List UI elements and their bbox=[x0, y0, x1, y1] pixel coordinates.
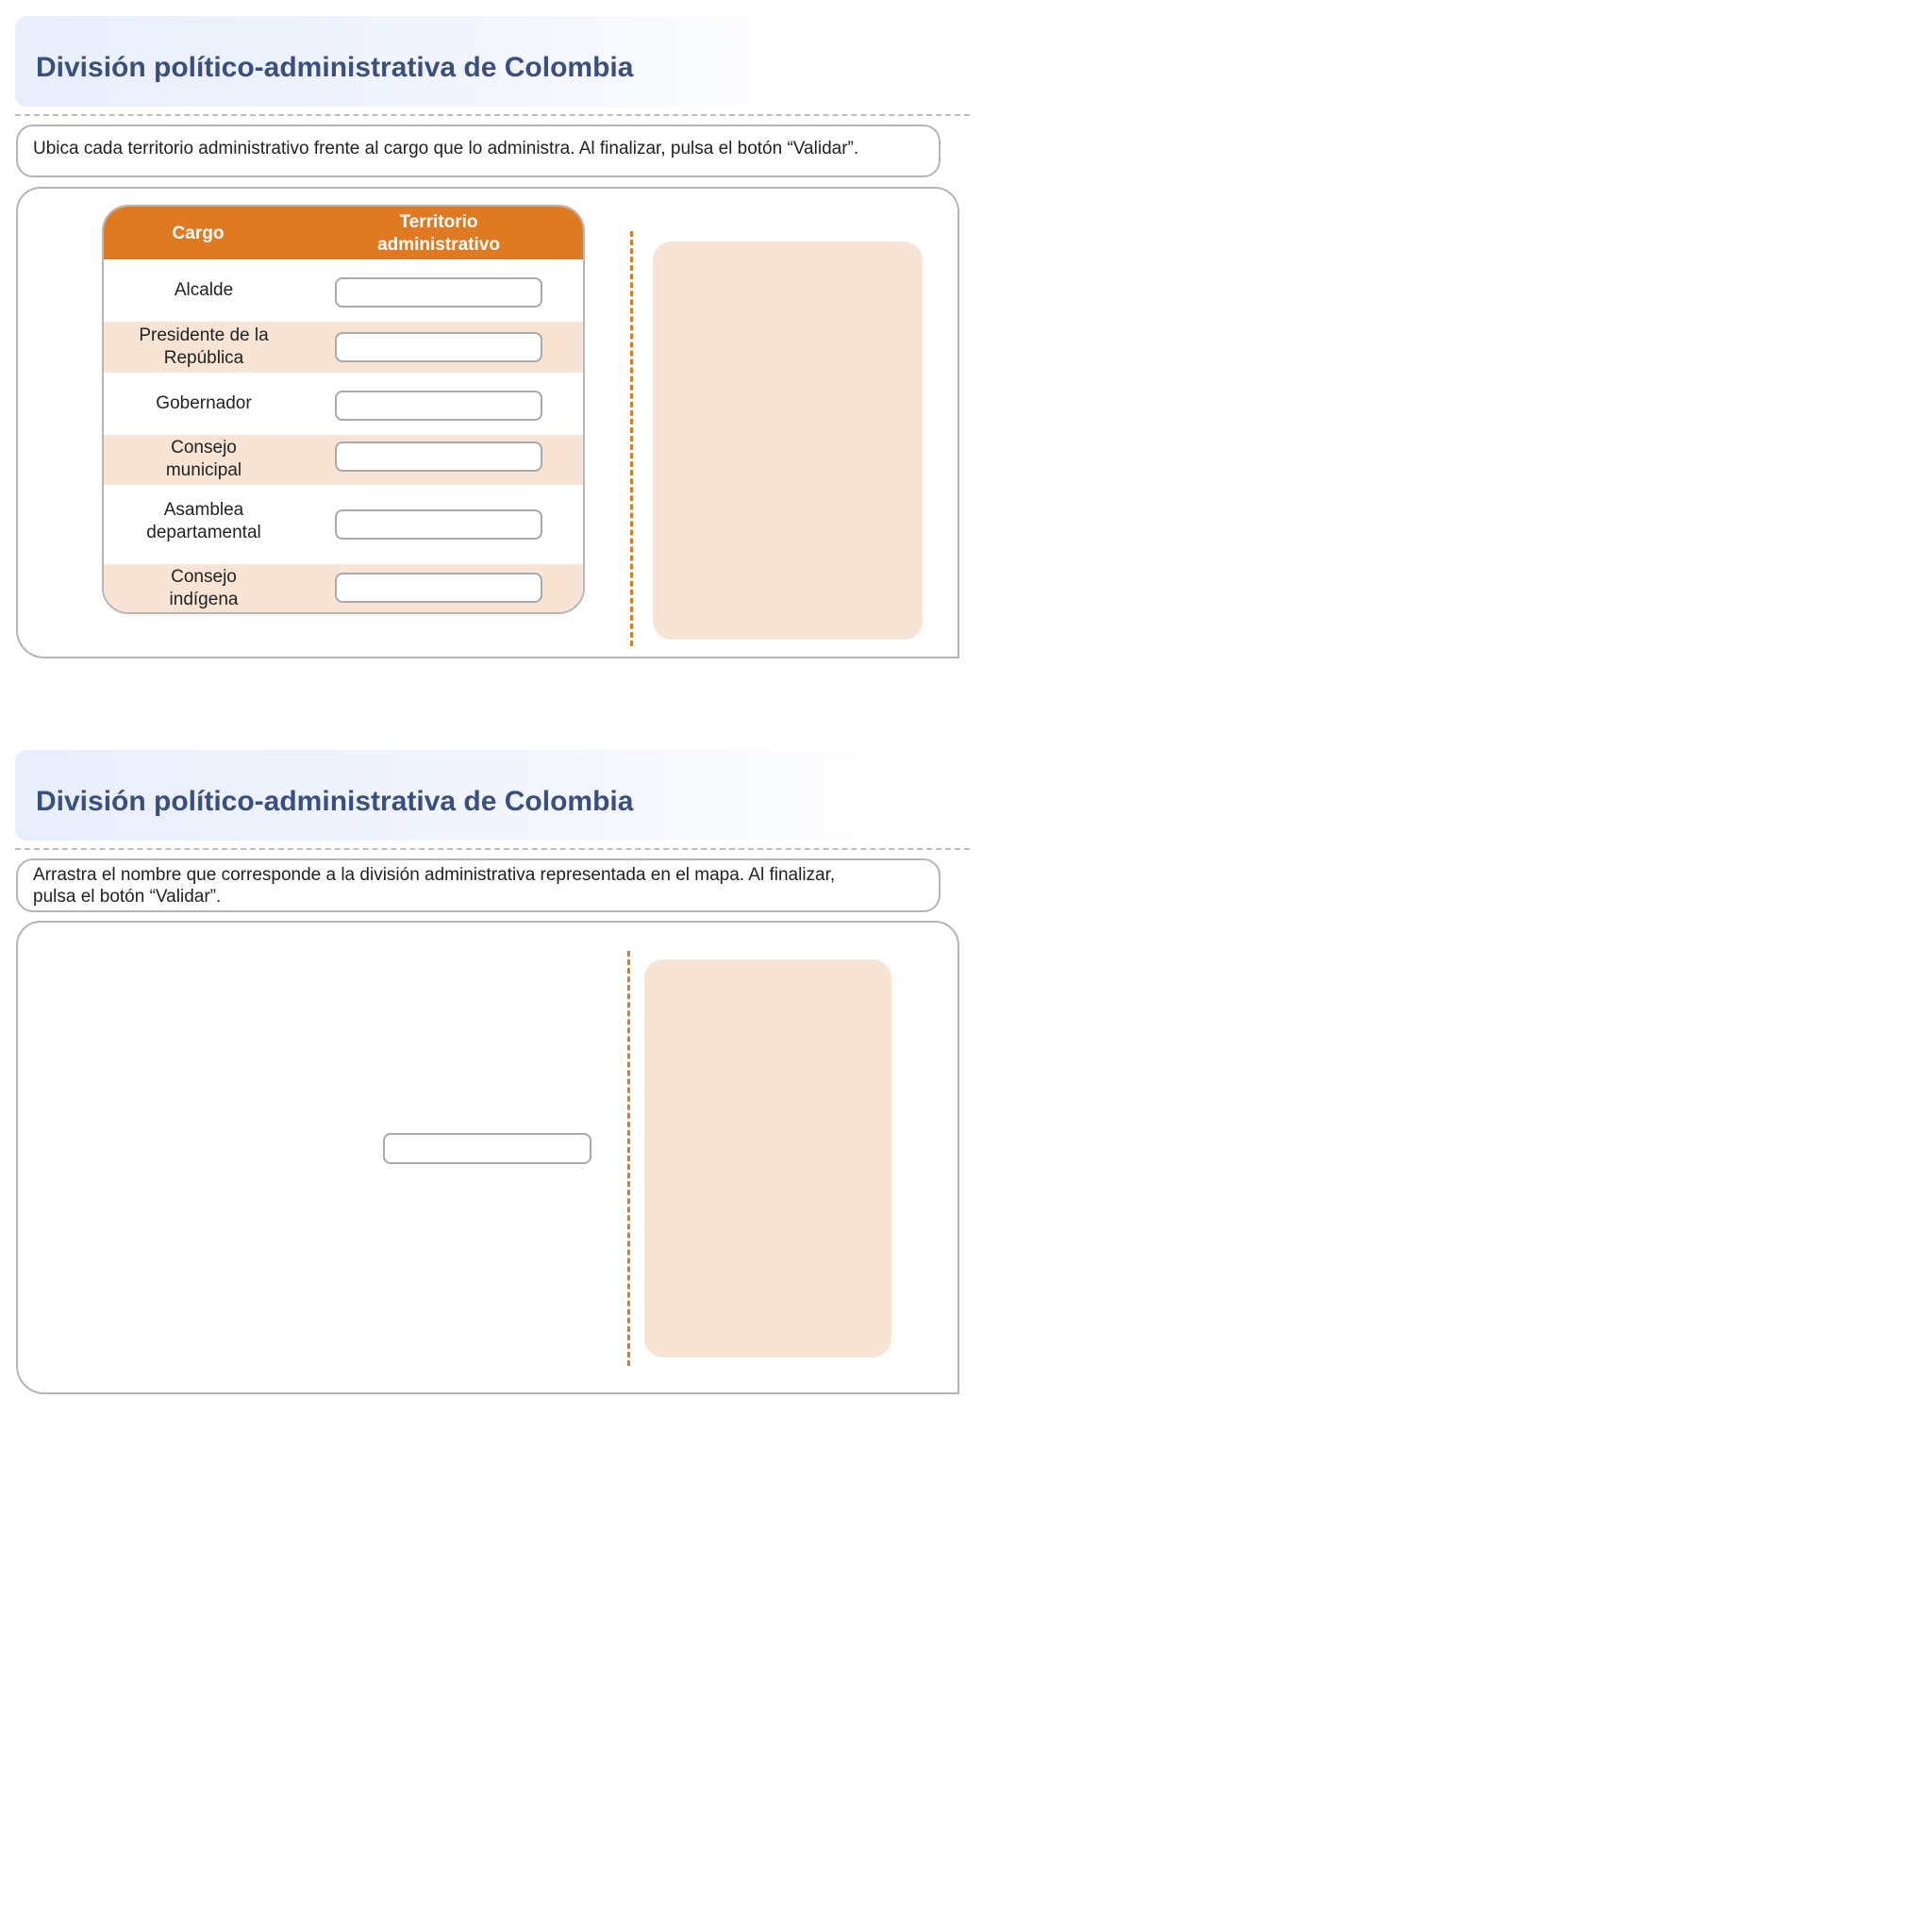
drop-slot-alcalde[interactable] bbox=[335, 277, 542, 308]
table-row: Asamblea departamental bbox=[104, 485, 583, 564]
header-cargo: Cargo bbox=[172, 224, 225, 243]
drop-slot-asamblea[interactable] bbox=[335, 509, 542, 540]
table-header: Cargo Territorio administrativo bbox=[104, 207, 583, 259]
cargo-label-consejo-indigena: Consejo indígena bbox=[169, 567, 239, 609]
activity1-separator bbox=[630, 231, 633, 646]
drop-slot-gobernador[interactable] bbox=[335, 391, 542, 421]
activity1-title: División político-administrativa de Colo… bbox=[36, 52, 634, 83]
table-row: Presidente de la República bbox=[104, 322, 583, 373]
activity2-options-area[interactable] bbox=[644, 959, 891, 1357]
cargo-territorio-table: Cargo Territorio administrativo Alcalde … bbox=[102, 205, 585, 614]
activity1-instructions: Ubica cada territorio administrativo fre… bbox=[16, 125, 941, 177]
drop-slot-presidente[interactable] bbox=[335, 332, 542, 362]
cargo-label-alcalde: Alcalde bbox=[174, 280, 234, 300]
activity1-header: División político-administrativa de Colo… bbox=[15, 16, 836, 107]
table-row: Alcalde bbox=[104, 259, 583, 322]
activity2-title: División político-administrativa de Colo… bbox=[36, 786, 634, 817]
cargo-label-asamblea: Asamblea departamental bbox=[146, 500, 261, 542]
activity1-instruction-text: Ubica cada territorio administrativo fre… bbox=[33, 139, 859, 158]
cargo-label-consejo-municipal: Consejo municipal bbox=[165, 438, 242, 480]
activity2-divider bbox=[15, 848, 970, 850]
activity1-options-area[interactable] bbox=[653, 242, 923, 640]
activity2-instruction-line1: Arrastra el nombre que corresponde a la … bbox=[33, 865, 836, 885]
header-territorio: Territorio administrativo bbox=[377, 212, 500, 255]
drop-slot-consejo-indigena[interactable] bbox=[335, 573, 542, 603]
activity2-instruction-line2: pulsa el botón “Validar”. bbox=[33, 887, 222, 907]
drop-slot-consejo-municipal[interactable] bbox=[335, 441, 542, 472]
activity1-divider bbox=[15, 114, 970, 116]
activity2-header: División político-administrativa de Colo… bbox=[15, 750, 921, 841]
table-row: Consejo indígena bbox=[104, 564, 583, 612]
table-row: Gobernador bbox=[104, 373, 583, 435]
activity2-separator bbox=[627, 951, 630, 1366]
activity2-instructions: Arrastra el nombre que corresponde a la … bbox=[16, 858, 941, 912]
cargo-label-presidente: Presidente de la República bbox=[139, 325, 269, 368]
map-drop-slot[interactable] bbox=[383, 1133, 591, 1164]
table-row: Consejo municipal bbox=[104, 435, 583, 485]
cargo-label-gobernador: Gobernador bbox=[156, 393, 252, 413]
